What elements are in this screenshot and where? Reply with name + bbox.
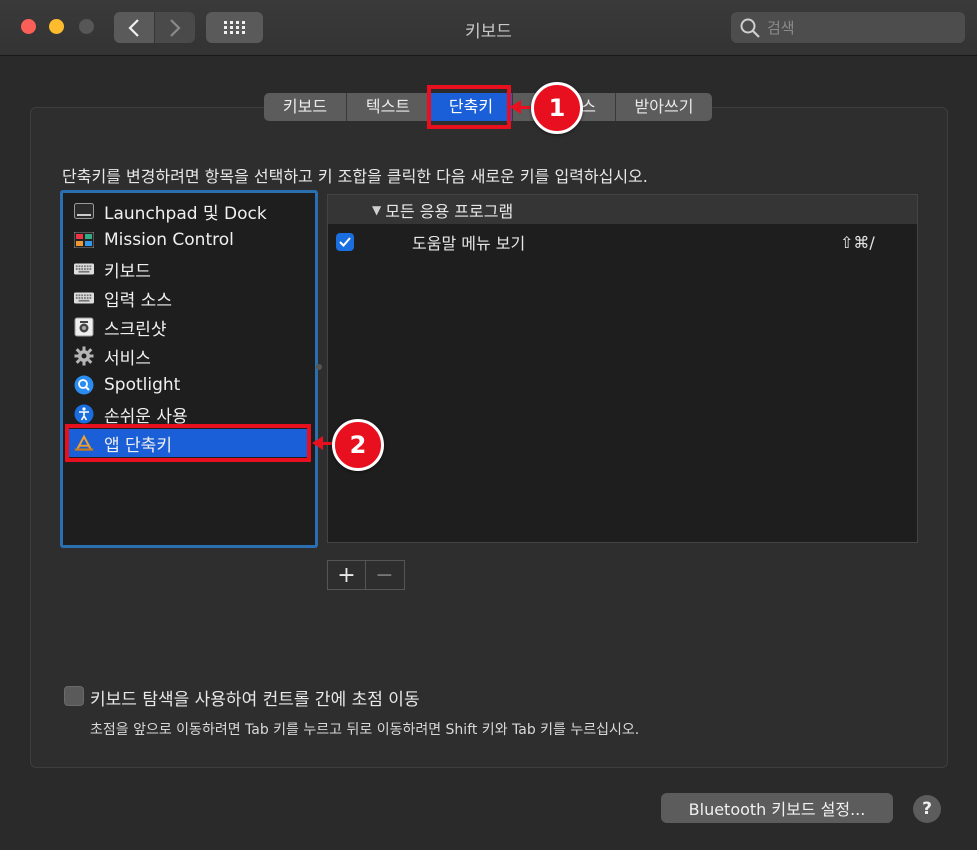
category-label: 스크린샷 xyxy=(104,319,167,340)
annotation-badge-1: 1 xyxy=(531,82,583,134)
remove-shortcut-button[interactable]: − xyxy=(365,561,403,589)
keyboard-navigation-label[interactable]: 키보드 탐색을 사용하여 컨트롤 간에 초점 이동 xyxy=(90,685,420,710)
tab-text[interactable]: 텍스트 xyxy=(347,93,430,121)
annotation-arrow-icon xyxy=(312,436,323,450)
category-spotlight[interactable]: Spotlight xyxy=(69,371,309,399)
category-label: 입력 소스 xyxy=(104,290,172,311)
category-label: 손쉬운 사용 xyxy=(104,406,188,427)
shortcut-list: ▼ 모든 응용 프로그램 도움말 메뉴 보기 ⇧⌘/ xyxy=(327,194,918,543)
accessibility-icon xyxy=(74,404,94,424)
category-screenshots[interactable]: 스크린샷 xyxy=(69,313,309,341)
keyboard-icon xyxy=(74,259,94,279)
instruction-text: 단축키를 변경하려면 항목을 선택하고 키 조합을 클릭한 다음 새로운 키를 … xyxy=(62,167,648,186)
tab-keyboard[interactable]: 키보드 xyxy=(264,93,347,121)
category-label: Spotlight xyxy=(104,375,181,395)
highlight-box-tab xyxy=(427,85,511,129)
disclosure-triangle-icon[interactable]: ▼ xyxy=(372,203,381,217)
category-input-sources[interactable]: 입력 소스 xyxy=(69,284,309,312)
highlight-box-category xyxy=(65,424,311,462)
category-keyboard[interactable]: 키보드 xyxy=(69,255,309,283)
shortcut-group-header[interactable]: ▼ 모든 응용 프로그램 xyxy=(328,195,917,224)
shortcut-enable-checkbox[interactable] xyxy=(336,233,354,251)
keyboard-navigation-description: 초점을 앞으로 이동하려면 Tab 키를 누르고 뒤로 이동하려면 Shift … xyxy=(90,722,640,738)
spotlight-icon xyxy=(74,375,94,395)
annotation-badge-2: 2 xyxy=(332,419,384,471)
splitter-handle[interactable] xyxy=(316,364,322,370)
add-remove-control: + − xyxy=(327,560,405,590)
tab-dictation[interactable]: 받아쓰기 xyxy=(616,93,712,121)
category-mission-control[interactable]: Mission Control xyxy=(69,226,309,254)
gear-icon xyxy=(74,346,94,366)
search-field[interactable] xyxy=(731,12,965,43)
title-bar: 키보드 xyxy=(0,0,977,56)
mission-control-icon xyxy=(74,230,94,250)
add-shortcut-button[interactable]: + xyxy=(328,561,365,589)
help-button[interactable]: ? xyxy=(913,795,941,823)
category-list: Launchpad 및 Dock Mission Control 키보드 입력 … xyxy=(60,190,318,548)
launchpad-dock-icon xyxy=(74,201,94,221)
category-services[interactable]: 서비스 xyxy=(69,342,309,370)
search-input[interactable] xyxy=(765,17,959,38)
search-icon xyxy=(740,18,760,38)
category-label: 키보드 xyxy=(104,261,151,282)
checkmark-icon xyxy=(339,237,351,247)
shortcut-keys[interactable]: ⇧⌘/ xyxy=(840,233,875,252)
category-label: Mission Control xyxy=(104,230,234,250)
shortcut-row[interactable]: 도움말 메뉴 보기 ⇧⌘/ xyxy=(328,227,917,257)
group-label: 모든 응용 프로그램 xyxy=(385,201,514,221)
screenshot-icon xyxy=(74,317,94,337)
input-source-icon xyxy=(74,288,94,308)
category-label: Launchpad 및 Dock xyxy=(104,203,267,224)
category-label: 서비스 xyxy=(104,348,151,369)
annotation-arrow-icon xyxy=(510,100,521,114)
shortcut-label: 도움말 메뉴 보기 xyxy=(412,234,526,253)
keyboard-navigation-checkbox[interactable] xyxy=(64,686,84,706)
category-launchpad-dock[interactable]: Launchpad 및 Dock xyxy=(69,197,309,225)
bluetooth-keyboard-setup-button[interactable]: Bluetooth 키보드 설정... xyxy=(661,793,893,823)
